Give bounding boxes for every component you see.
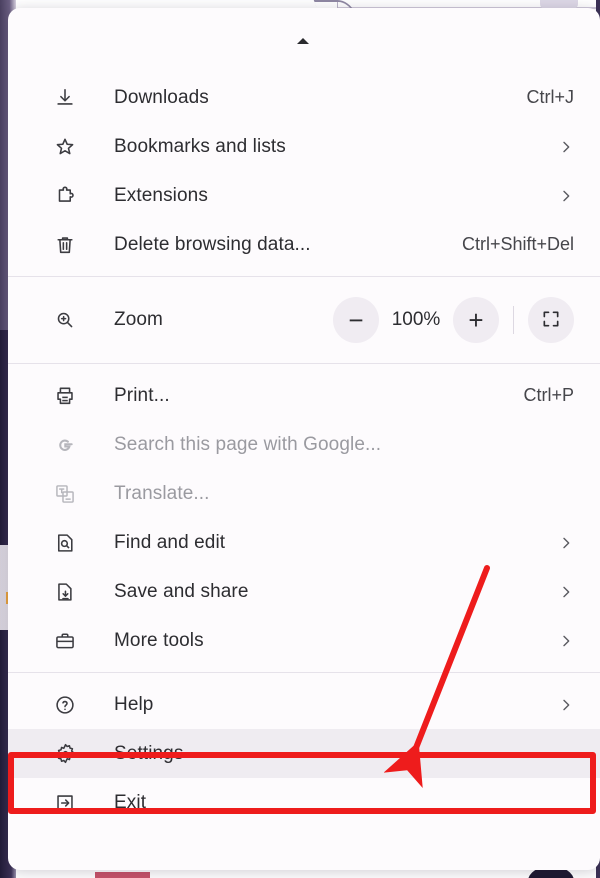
- menu-item-find-and-edit[interactable]: Find and edit: [8, 518, 600, 567]
- menu-item-list: Downloads Ctrl+J Bookmarks and lists Ext…: [8, 73, 600, 827]
- translate-icon: [52, 481, 78, 507]
- menu-item-label: Print...: [114, 384, 170, 406]
- menu-item-print[interactable]: Print... Ctrl+P: [8, 371, 600, 420]
- fullscreen-icon: [541, 309, 561, 332]
- menu-item-bookmarks-and-lists[interactable]: Bookmarks and lists: [8, 122, 600, 171]
- chevron-right-icon: [558, 535, 574, 551]
- chevron-right-icon: [558, 697, 574, 713]
- toolbox-icon: [52, 628, 78, 654]
- zoom-in-button[interactable]: +: [453, 297, 499, 343]
- menu-separator: [8, 672, 600, 673]
- bottom-accent-bar: [95, 872, 150, 878]
- menu-item-settings[interactable]: Settings: [8, 729, 600, 778]
- menu-separator: [8, 363, 600, 364]
- download-icon: [52, 85, 78, 111]
- zoom-level-value: 100%: [391, 309, 441, 330]
- chevron-right-icon: [558, 188, 574, 204]
- zoom-controls-divider: [513, 306, 514, 334]
- puzzle-piece-icon: [52, 183, 78, 209]
- menu-item-shortcut: Ctrl+J: [526, 87, 574, 107]
- chevron-right-icon: [558, 633, 574, 649]
- menu-item-label: Zoom: [114, 309, 163, 330]
- chevron-right-icon: [558, 584, 574, 600]
- menu-item-shortcut: Ctrl+P: [523, 385, 574, 405]
- menu-item-save-and-share[interactable]: Save and share: [8, 567, 600, 616]
- menu-item-translate: Translate...: [8, 469, 600, 518]
- menu-item-search-this-page-with-google: Search this page with Google...: [8, 420, 600, 469]
- menu-item-label: Settings: [114, 742, 184, 764]
- zoom-out-button[interactable]: −: [333, 297, 379, 343]
- gear-icon: [52, 741, 78, 767]
- menu-item-zoom[interactable]: Zoom − 100% +: [8, 284, 600, 356]
- menu-item-exit[interactable]: Exit: [8, 778, 600, 827]
- help-circle-icon: [52, 692, 78, 718]
- menu-item-delete-browsing-data[interactable]: Delete browsing data... Ctrl+Shift+Del: [8, 220, 600, 269]
- fullscreen-button[interactable]: [528, 297, 574, 343]
- zoom-controls: − 100% +: [333, 297, 574, 343]
- menu-item-label: Bookmarks and lists: [114, 135, 286, 157]
- menu-separator: [8, 276, 600, 277]
- menu-item-label: Exit: [114, 791, 147, 813]
- menu-item-label: Downloads: [114, 86, 209, 108]
- menu-item-more-tools[interactable]: More tools: [8, 616, 600, 665]
- menu-item-label: Save and share: [114, 580, 249, 602]
- menu-item-label: Extensions: [114, 184, 208, 206]
- save-page-icon: [52, 579, 78, 605]
- trash-icon: [52, 232, 78, 258]
- star-icon: [52, 134, 78, 160]
- menu-item-extensions[interactable]: Extensions: [8, 171, 600, 220]
- chrome-main-menu[interactable]: Downloads Ctrl+J Bookmarks and lists Ext…: [8, 8, 600, 870]
- menu-item-label: Find and edit: [114, 531, 226, 553]
- menu-item-help[interactable]: Help: [8, 680, 600, 729]
- exit-icon: [52, 790, 78, 816]
- menu-item-label: Help: [114, 693, 154, 715]
- menu-item-shortcut: Ctrl+Shift+Del: [461, 234, 574, 254]
- chevron-right-icon: [558, 139, 574, 155]
- scroll-up-caret-icon[interactable]: [8, 38, 600, 44]
- menu-item-label: More tools: [114, 629, 204, 651]
- menu-item-label: Search this page with Google...: [114, 433, 382, 455]
- find-in-page-icon: [52, 530, 78, 556]
- google-g-icon: [52, 432, 78, 458]
- menu-item-label: Delete browsing data...: [114, 233, 311, 255]
- caret-up-triangle: [297, 38, 309, 44]
- magnifier-plus-icon: [52, 307, 78, 333]
- menu-item-downloads[interactable]: Downloads Ctrl+J: [8, 73, 600, 122]
- menu-item-label: Translate...: [114, 482, 210, 504]
- printer-icon: [52, 383, 78, 409]
